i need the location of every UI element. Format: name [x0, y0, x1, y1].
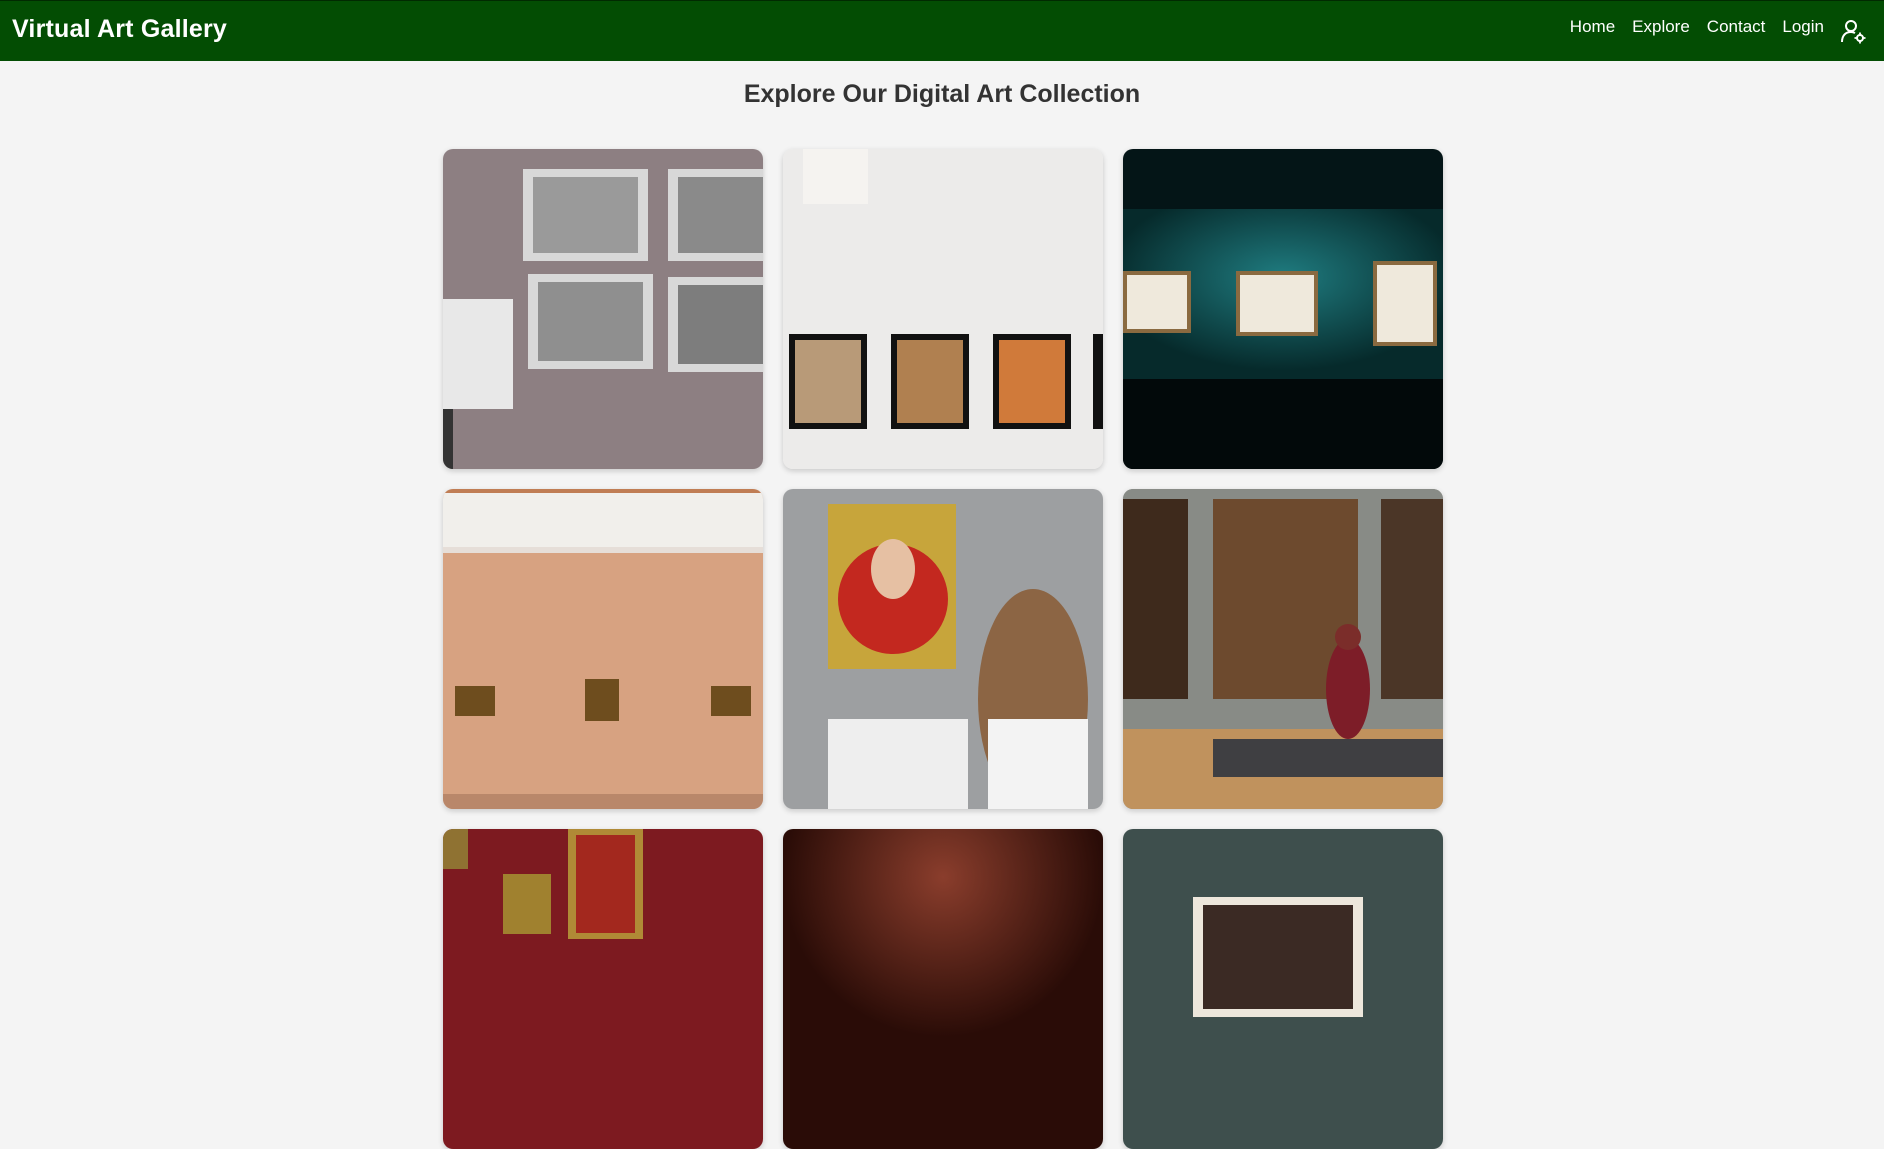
- gallery-image-teal-wall-spotlights[interactable]: [1123, 149, 1443, 469]
- gallery-image-dark-red-spotlights[interactable]: [783, 829, 1103, 1149]
- user-settings-icon[interactable]: [1840, 18, 1866, 44]
- gallery-image-white-wall-frames[interactable]: [783, 149, 1103, 469]
- nav-contact-link[interactable]: Contact: [1707, 17, 1766, 37]
- brand-title[interactable]: Virtual Art Gallery: [12, 15, 227, 44]
- gallery-image-red-wall-portraits[interactable]: [443, 829, 763, 1149]
- nav-explore-link[interactable]: Explore: [1632, 17, 1690, 37]
- gallery-image-framed-photos[interactable]: [443, 149, 763, 469]
- nav-login-link[interactable]: Login: [1782, 17, 1824, 37]
- gallery-image-peach-wall[interactable]: [443, 489, 763, 809]
- gallery-image-woman-on-bench[interactable]: [1123, 489, 1443, 809]
- gallery-grid: [443, 149, 1443, 1149]
- nav-links: Home Explore Contact Login: [1553, 1, 1866, 62]
- gallery-image-teal-framed-picture[interactable]: [1123, 829, 1443, 1149]
- nav-home-link[interactable]: Home: [1570, 17, 1615, 37]
- page-title: Explore Our Digital Art Collection: [743, 80, 1141, 108]
- gallery-image-woman-viewing-portrait[interactable]: [783, 489, 1103, 809]
- top-navbar: Virtual Art Gallery Home Explore Contact…: [0, 0, 1884, 61]
